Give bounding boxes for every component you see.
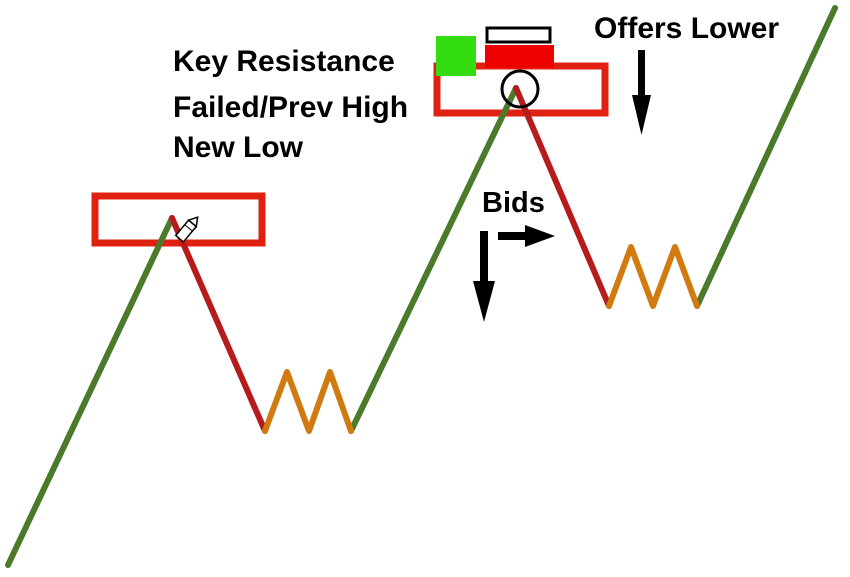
key-resistance-label: Key Resistance [173, 45, 395, 78]
failed-prev-high-label: Failed/Prev High [173, 91, 408, 124]
consolidation-zigzag-1 [262, 369, 354, 434]
outlined-indicator-bar [485, 26, 552, 44]
bids-right-arrow [498, 225, 555, 247]
offers-lower-label: Offers Lower [594, 12, 779, 45]
uptrend-leg-2 [348, 85, 519, 434]
uptrend-legs [5, 5, 838, 568]
bids-label: Bids [482, 187, 545, 219]
uptrend-leg-1 [5, 215, 175, 568]
consolidation-zigzag-2 [606, 244, 700, 309]
red-indicator-bar [485, 45, 554, 68]
offers-lower-arrow [632, 50, 651, 135]
green-indicator-square [436, 36, 476, 76]
uptrend-leg-3 [694, 5, 838, 309]
price-action-diagram: Key Resistance Failed/Prev High New Low … [5, 5, 838, 568]
downtrend-leg-1 [169, 215, 268, 434]
bids-down-arrow [473, 231, 495, 322]
new-low-label: New Low [173, 131, 304, 164]
